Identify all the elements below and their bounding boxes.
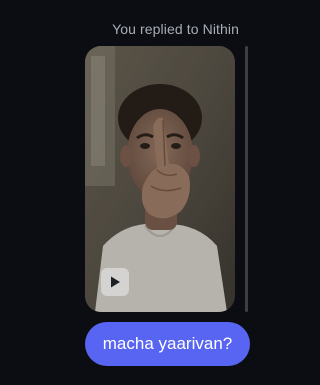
sent-message-bubble[interactable]: macha yaarivan? (85, 322, 250, 366)
play-button[interactable] (101, 268, 129, 296)
reply-context-label: You replied to Nithin (112, 21, 239, 37)
play-icon (111, 276, 120, 288)
reply-indicator-bar (245, 46, 248, 312)
chat-thread: You replied to Nithin macha yaarivan? (0, 0, 263, 385)
replied-video-thumbnail[interactable] (85, 46, 235, 312)
